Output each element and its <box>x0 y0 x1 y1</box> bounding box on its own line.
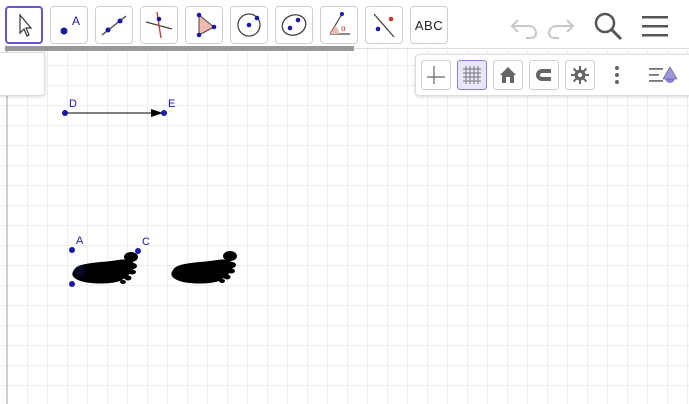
line-icon <box>101 15 127 36</box>
graphics-settings-button[interactable] <box>565 60 595 90</box>
undo-icon <box>510 19 538 39</box>
gear-icon <box>571 66 589 84</box>
toggle-axes-button[interactable] <box>421 60 451 90</box>
point-b[interactable] <box>69 281 75 287</box>
toolbar-divider <box>354 48 689 49</box>
magnet-icon <box>536 69 551 81</box>
point-d[interactable] <box>62 110 68 116</box>
axes-icon <box>427 66 445 84</box>
toggle-grid-button[interactable] <box>457 60 487 90</box>
point-icon: A <box>60 14 80 35</box>
more-vertical-icon <box>615 66 619 84</box>
text-icon: ABC <box>414 17 444 33</box>
polygon-icon <box>196 12 217 38</box>
reflect-icon <box>373 13 395 38</box>
tool-ellipse[interactable] <box>275 6 313 44</box>
view-toggle-icon <box>649 66 678 83</box>
point-capturing-button[interactable] <box>529 60 559 90</box>
algebra-panel-toggle[interactable] <box>0 52 45 96</box>
search-icon <box>594 12 623 41</box>
footprint-image-1[interactable] <box>72 252 138 284</box>
tool-angle[interactable]: α <box>320 6 358 44</box>
tool-perpendicular[interactable] <box>140 6 178 44</box>
redo-button[interactable] <box>543 8 579 44</box>
more-options-button[interactable] <box>602 60 632 90</box>
svg-text:A: A <box>72 14 80 28</box>
label-c: C <box>142 236 150 248</box>
undo-button[interactable] <box>506 8 542 44</box>
hamburger-menu-icon <box>642 16 668 37</box>
label-a: A <box>76 235 84 247</box>
grid-icon <box>463 66 481 84</box>
label-e: E <box>168 98 175 110</box>
arrow-cursor-icon <box>19 13 33 37</box>
toggle-style-bar-button[interactable] <box>648 60 678 90</box>
tool-circle[interactable] <box>230 6 268 44</box>
point-c[interactable] <box>135 248 141 254</box>
tool-line[interactable] <box>95 6 133 44</box>
standard-view-button[interactable] <box>493 60 523 90</box>
point-e[interactable] <box>161 110 167 116</box>
tool-text[interactable]: ABC <box>410 6 448 44</box>
tool-point[interactable]: A <box>50 6 88 44</box>
menu-button[interactable] <box>637 8 673 44</box>
vector-de[interactable] <box>65 109 163 117</box>
tool-reflect[interactable] <box>365 6 403 44</box>
circle-icon <box>237 13 261 37</box>
graphics-style-bar <box>415 54 689 96</box>
ellipse-icon <box>281 14 307 36</box>
point-a[interactable] <box>69 247 75 253</box>
search-button[interactable] <box>590 8 626 44</box>
redo-icon <box>547 19 575 39</box>
tool-polygon[interactable] <box>185 6 223 44</box>
tool-move[interactable] <box>5 6 43 44</box>
perpendicular-line-icon <box>145 11 173 39</box>
home-icon <box>500 67 516 83</box>
angle-icon: α <box>329 12 350 35</box>
toolbar-scroll-indicator <box>5 46 354 51</box>
footprint-image-2[interactable] <box>171 251 237 284</box>
svg-text:α: α <box>341 24 346 33</box>
label-d: D <box>69 98 77 110</box>
